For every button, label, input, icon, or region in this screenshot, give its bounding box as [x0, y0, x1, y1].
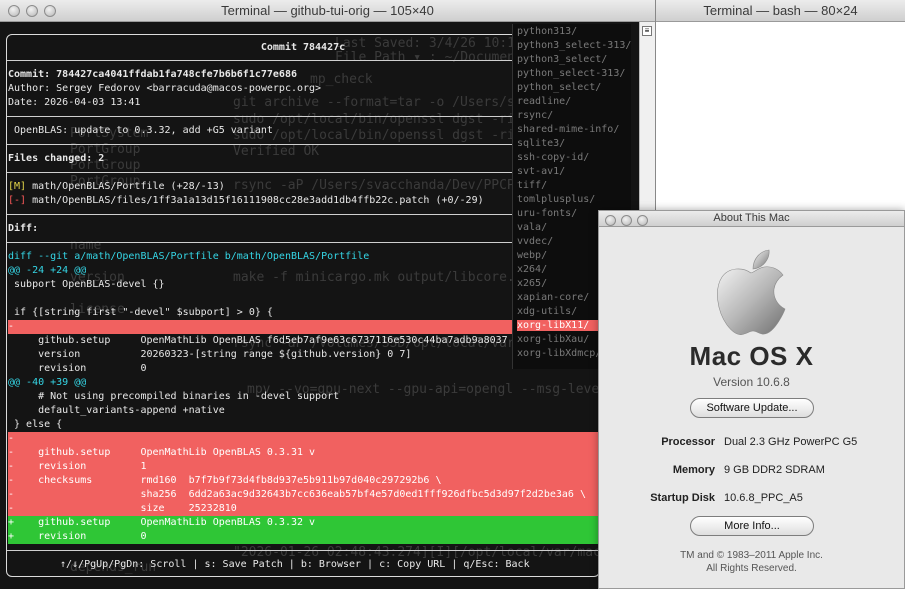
diff-line-ctx: } else {	[8, 419, 63, 430]
file-row[interactable]: [-] math/OpenBLAS/files/1ff3a1a13d15f161…	[8, 194, 598, 208]
os-version: Version 10.6.8	[713, 375, 790, 389]
port-list-item[interactable]: x264/	[517, 264, 547, 275]
window-title: Terminal — bash — 80×24	[703, 3, 858, 18]
port-list-item[interactable]: uru-fonts/	[517, 208, 577, 219]
modified-tag: [M]	[8, 181, 27, 192]
diff-line-ctx: version 20260323-[string range ${github.…	[8, 349, 412, 360]
diff-line-del: - revision 1	[8, 460, 598, 474]
scroll-menu-icon[interactable]: ≡	[642, 26, 652, 36]
file-path: math/OpenBLAS/files/1ff3a1a13d15f1611190…	[26, 195, 484, 206]
diff-line-add: + revision 0	[8, 530, 598, 544]
file-row[interactable]: [M] math/OpenBLAS/Portfile (+28/-13)	[8, 180, 598, 194]
commit-message: OpenBLAS: update to 0.3.32, add +G5 vari…	[8, 125, 273, 136]
memory-value: 9 GB DDR2 SDRAM	[724, 464, 825, 476]
diff-line-ctx: revision 0	[8, 363, 147, 374]
port-list-item[interactable]: rsync/	[517, 110, 553, 121]
port-list-item[interactable]: vala/	[517, 222, 547, 233]
diff-line-meta: diff --git a/math/OpenBLAS/Portfile b/ma…	[8, 251, 370, 262]
rights-line: All Rights Reserved.	[706, 563, 797, 574]
os-name: Mac OS X	[689, 341, 814, 371]
titlebar[interactable]: About This Mac	[599, 211, 904, 227]
port-list-item[interactable]: webp/	[517, 250, 547, 261]
port-list-item[interactable]: x265/	[517, 278, 547, 289]
diff-line-del: - github.setup OpenMathLib OpenBLAS 0.3.…	[8, 446, 598, 460]
diff-line-meta: @@ -40 +39 @@	[8, 377, 87, 388]
commit-date: Date: 2026-04-03 13:41	[8, 97, 141, 108]
apple-logo-icon	[717, 249, 786, 335]
diff-line-ctx: subport OpenBLAS-devel {}	[8, 279, 165, 290]
diff-line-del: -	[8, 432, 598, 446]
port-list-item[interactable]: tiff/	[517, 180, 547, 191]
more-info-button[interactable]: More Info...	[690, 516, 814, 536]
divider	[7, 242, 599, 243]
processor-label: Processor	[661, 436, 715, 448]
port-list-item[interactable]: vvdec/	[517, 236, 553, 247]
copyright-line: TM and © 1983–2011 Apple Inc.	[680, 550, 823, 561]
port-list-item[interactable]: xdg-utils/	[517, 306, 577, 317]
window-title: Terminal — github-tui-orig — 105×40	[221, 3, 434, 18]
startup-disk-value: 10.6.8_PPC_A5	[724, 492, 803, 504]
divider	[7, 550, 599, 551]
commit-author: Author: Sergey Fedorov <barracuda@macos-…	[8, 83, 322, 94]
titlebar[interactable]: Terminal — bash — 80×24	[656, 0, 905, 22]
divider	[7, 60, 599, 61]
diff-line-del: -	[8, 320, 598, 334]
diff-line-ctx: default_variants-append +native	[8, 405, 225, 416]
deleted-tag: [-]	[8, 195, 27, 206]
startup-disk-label: Startup Disk	[650, 492, 715, 504]
diff-line-del: - sha256 6dd2a63ac9d32643b7cc636eab57bf4…	[8, 488, 598, 502]
diff-line-meta: @@ -24 +24 @@	[8, 265, 87, 276]
processor-value: Dual 2.3 GHz PowerPC G5	[724, 436, 858, 448]
port-list-item[interactable]: xorg-libXau/	[517, 334, 589, 345]
about-this-mac-window[interactable]: About This Mac Mac OS X Version 10.6.8 S…	[598, 210, 905, 589]
diff-line-del: - size 25232810	[8, 502, 598, 516]
port-list-item[interactable]: readline/	[517, 96, 571, 107]
port-list-item[interactable]: python3_select/	[517, 54, 607, 65]
software-update-button[interactable]: Software Update...	[690, 398, 814, 418]
titlebar[interactable]: Terminal — github-tui-orig — 105×40	[0, 0, 655, 22]
panel-header: Commit 784427c	[260, 42, 346, 53]
port-list-item[interactable]: python_select/	[517, 82, 601, 93]
port-list-item[interactable]: xorg-libXdmcp/	[517, 348, 601, 359]
port-list-item[interactable]: tomlplusplus/	[517, 194, 595, 205]
diff-line-add: + github.setup OpenMathLib OpenBLAS 0.3.…	[8, 516, 598, 530]
diff-line-ctx: github.setup OpenMathLib OpenBLAS f6d5eb…	[8, 335, 508, 346]
divider	[7, 116, 599, 117]
port-list-item[interactable]: xapian-core/	[517, 292, 589, 303]
memory-label: Memory	[672, 464, 715, 476]
diff-label: Diff:	[8, 223, 39, 234]
files-changed-count: Files changed: 2	[8, 153, 105, 164]
port-list-item[interactable]: python313/	[517, 26, 577, 37]
port-list-item[interactable]: sqlite3/	[517, 138, 565, 149]
diff-line-ctx: if {[string first "-devel" $subport] > 0…	[8, 307, 273, 318]
divider	[7, 172, 599, 173]
divider	[7, 144, 599, 145]
port-list-item[interactable]: ssh-copy-id/	[517, 152, 589, 163]
diff-line-ctx: # Not using precompiled binaries in -dev…	[8, 391, 340, 402]
commit-hash: Commit: 784427ca4041ffdab1fa748cfe7b6b6f…	[8, 69, 297, 80]
divider	[7, 214, 599, 215]
window-title: About This Mac	[713, 212, 790, 224]
port-list-item[interactable]: shared-mime-info/	[517, 124, 619, 135]
port-list-item[interactable]: svt-av1/	[517, 166, 565, 177]
terminal-window-main[interactable]: Terminal — github-tui-orig — 105×40 Last…	[0, 0, 655, 589]
keybinding-help: ↑/↓/PgUp/PgDn: Scroll | s: Save Patch | …	[60, 559, 530, 570]
diff-line-del: - checksums rmd160 b7f7b9f73d4fb8d937e5b…	[8, 474, 598, 488]
port-list-item[interactable]: python_select-313/	[517, 68, 625, 79]
port-list-item[interactable]: python3_select-313/	[517, 40, 631, 51]
file-path: math/OpenBLAS/Portfile (+28/-13)	[26, 181, 225, 192]
